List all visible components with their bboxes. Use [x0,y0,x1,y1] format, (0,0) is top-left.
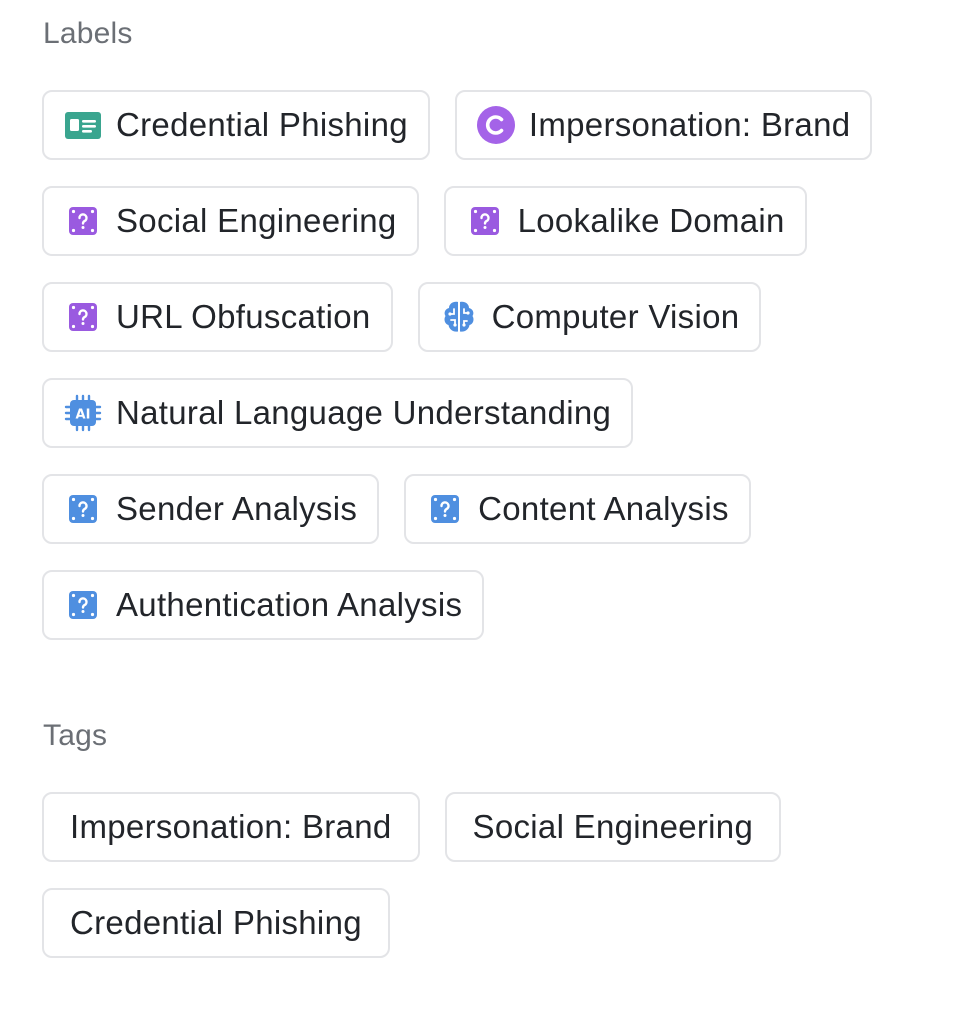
label-chip-social-engineering[interactable]: Social Engineering [42,186,419,256]
label-chip-text: URL Obfuscation [116,298,371,335]
label-chip-credential-phishing[interactable]: Credential Phishing [42,90,430,160]
label-chip-text: Natural Language Understanding [116,394,612,431]
ai-chip-icon: AI [63,393,103,433]
label-chip-impersonation-brand[interactable]: Impersonation: Brand [454,90,873,160]
question-die-icon [425,489,465,529]
question-die-icon [63,297,103,337]
label-chip-text: Authentication Analysis [116,586,463,623]
tags-section-title: Tags [43,719,108,752]
question-die-icon [465,201,505,241]
tags-list: Impersonation: Brand Social Engineering … [42,792,922,958]
brand-c-icon [476,105,516,145]
label-chip-sender-analysis[interactable]: Sender Analysis [42,474,380,544]
label-chip-text: Content Analysis [478,490,729,527]
label-chip-natural-language-understanding[interactable]: AI Natural Language Understanding [42,378,634,448]
tag-chip-credential-phishing[interactable]: Credential Phishing [42,888,390,958]
labels-list: Credential Phishing Impersonation: Brand… [42,90,922,640]
label-chip-content-analysis[interactable]: Content Analysis [404,474,751,544]
label-chip-text: Impersonation: Brand [528,106,851,143]
label-chip-text: Lookalike Domain [517,202,785,239]
labels-section-title: Labels [43,17,133,50]
tag-chip-social-engineering[interactable]: Social Engineering [444,792,782,862]
id-card-icon [63,105,103,145]
label-chip-authentication-analysis[interactable]: Authentication Analysis [42,570,485,640]
label-chip-text: Computer Vision [491,298,740,335]
question-die-icon [63,585,103,625]
label-chip-computer-vision[interactable]: Computer Vision [417,282,762,352]
tag-chip-text: Social Engineering [472,808,754,845]
brain-icon [439,297,479,337]
label-chip-text: Credential Phishing [116,106,408,143]
svg-text:AI: AI [76,408,91,423]
tag-chip-text: Credential Phishing [70,904,362,941]
question-die-icon [63,201,103,241]
label-chip-lookalike-domain[interactable]: Lookalike Domain [443,186,807,256]
label-chip-url-obfuscation[interactable]: URL Obfuscation [42,282,393,352]
label-chip-text: Social Engineering [116,202,397,239]
tag-chip-impersonation-brand[interactable]: Impersonation: Brand [42,792,420,862]
tag-chip-text: Impersonation: Brand [70,808,392,845]
label-chip-text: Sender Analysis [116,490,358,527]
question-die-icon [63,489,103,529]
